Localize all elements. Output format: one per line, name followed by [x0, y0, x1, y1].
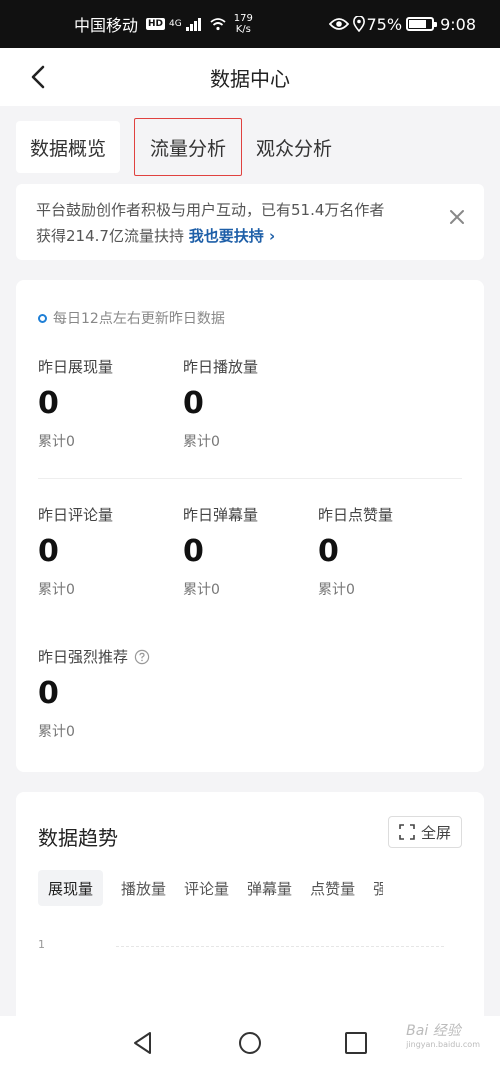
status-bar: 中国移动 HD 4G 179 K/s 75% 9:08 — [0, 0, 500, 48]
trend-card: 数据趋势 全屏 展现量 播放量 评论量 弹幕量 点赞量 强 1 — [16, 792, 484, 1032]
wifi-icon — [210, 18, 226, 31]
speed-unit: K/s — [235, 24, 251, 35]
page-title: 数据中心 — [210, 66, 290, 91]
battery-icon — [406, 17, 438, 31]
stat-label: 昨日评论量 — [38, 506, 114, 524]
info-dot-icon — [38, 313, 47, 323]
stat-cumulative: 累计0 — [183, 582, 220, 598]
metric-tab-likes[interactable]: 点赞量 — [310, 870, 355, 906]
stat-value: 0 — [38, 386, 59, 421]
stat-cumulative: 累计0 — [318, 582, 355, 598]
hd-badge: HD — [146, 18, 166, 30]
notice-text-line2: 获得214.7亿流量扶持 — [36, 227, 184, 245]
stat-value: 0 — [38, 676, 59, 711]
fullscreen-button[interactable]: 全屏 — [387, 816, 462, 848]
speed-value: 179 — [233, 13, 253, 24]
stat-label: 昨日播放量 — [183, 358, 259, 376]
update-note: 每日12点左右更新昨日数据 — [38, 308, 225, 328]
stat-impressions[interactable]: 昨日展现量 0 累计0 — [38, 356, 113, 451]
stat-label: 昨日弹幕量 — [183, 506, 259, 524]
network-type: 4G — [169, 19, 182, 29]
divider — [38, 478, 462, 479]
eye-comfort-icon — [328, 18, 349, 30]
stat-value: 0 — [183, 534, 204, 569]
nav-home-icon[interactable] — [237, 1030, 263, 1056]
watermark: Bai 经验 jingyan.baidu.com — [406, 1020, 480, 1049]
y-axis-tick: 1 — [38, 938, 45, 951]
stat-likes[interactable]: 昨日点赞量 0 累计0 — [318, 504, 393, 599]
fullscreen-icon — [399, 824, 415, 840]
tab-overview[interactable]: 数据概览 — [16, 121, 121, 173]
nav-back-icon[interactable] — [130, 1030, 156, 1056]
stat-cumulative: 累计0 — [38, 582, 75, 598]
help-icon[interactable] — [134, 649, 150, 665]
chart-gridline — [116, 946, 444, 947]
tab-traffic-analysis[interactable]: 流量分析 — [134, 118, 243, 176]
stat-label: 昨日点赞量 — [318, 506, 394, 524]
stat-cumulative: 累计0 — [38, 724, 75, 740]
metric-tab-danmaku[interactable]: 弹幕量 — [247, 870, 292, 906]
metric-tab-recommend[interactable]: 强 — [373, 870, 383, 906]
stat-value: 0 — [183, 386, 204, 421]
fullscreen-label: 全屏 — [420, 823, 451, 842]
stat-plays[interactable]: 昨日播放量 0 累计0 — [183, 356, 258, 451]
trend-title: 数据趋势 — [38, 826, 118, 850]
stat-label: 昨日强烈推荐 — [38, 648, 129, 666]
metric-tab-plays[interactable]: 播放量 — [121, 870, 166, 906]
section-tabs: 数据概览 流量分析 观众分析 — [16, 118, 332, 176]
stat-cumulative: 累计0 — [183, 434, 220, 450]
stat-label-row: 昨日强烈推荐 — [38, 646, 150, 667]
stat-value: 0 — [38, 534, 59, 569]
signal-icon — [185, 17, 202, 31]
metric-tab-comments[interactable]: 评论量 — [184, 870, 229, 906]
stats-card: 每日12点左右更新昨日数据 昨日展现量 0 累计0 昨日播放量 0 累计0 昨日… — [16, 280, 484, 772]
stat-strong-recommend[interactable]: 昨日强烈推荐 0 累计0 — [38, 646, 150, 741]
nav-recents-icon[interactable] — [343, 1030, 369, 1056]
metric-tab-impressions[interactable]: 展现量 — [38, 870, 104, 906]
tab-audience-analysis[interactable]: 观众分析 — [256, 134, 332, 161]
update-note-text: 每日12点左右更新昨日数据 — [53, 311, 225, 327]
watermark-url: jingyan.baidu.com — [406, 1040, 480, 1049]
close-icon[interactable] — [448, 208, 466, 226]
location-icon — [352, 16, 365, 32]
clock: 9:08 — [440, 14, 476, 34]
carrier-name: 中国移动 — [74, 16, 139, 35]
back-arrow-icon[interactable] — [26, 64, 52, 90]
network-speed: 179 K/s — [234, 13, 253, 35]
metric-tabs: 展现量 播放量 评论量 弹幕量 点赞量 强 — [38, 870, 383, 906]
battery-percent: 75% — [366, 14, 403, 34]
stat-label: 昨日展现量 — [38, 358, 114, 376]
support-link[interactable]: 我也要扶持 › — [189, 227, 275, 245]
battery-fill — [409, 20, 426, 28]
stat-comments[interactable]: 昨日评论量 0 累计0 — [38, 504, 113, 599]
stat-danmaku[interactable]: 昨日弹幕量 0 累计0 — [183, 504, 258, 599]
stat-value: 0 — [318, 534, 339, 569]
notice-text-line1: 平台鼓励创作者积极与用户互动，已有51.4万名作者 — [36, 201, 385, 219]
watermark-brand: Bai 经验 — [406, 1023, 461, 1039]
header-bar: 数据中心 — [0, 48, 500, 106]
stat-cumulative: 累计0 — [38, 434, 75, 450]
support-notice: 平台鼓励创作者积极与用户互动，已有51.4万名作者 获得214.7亿流量扶持 我… — [16, 184, 484, 260]
